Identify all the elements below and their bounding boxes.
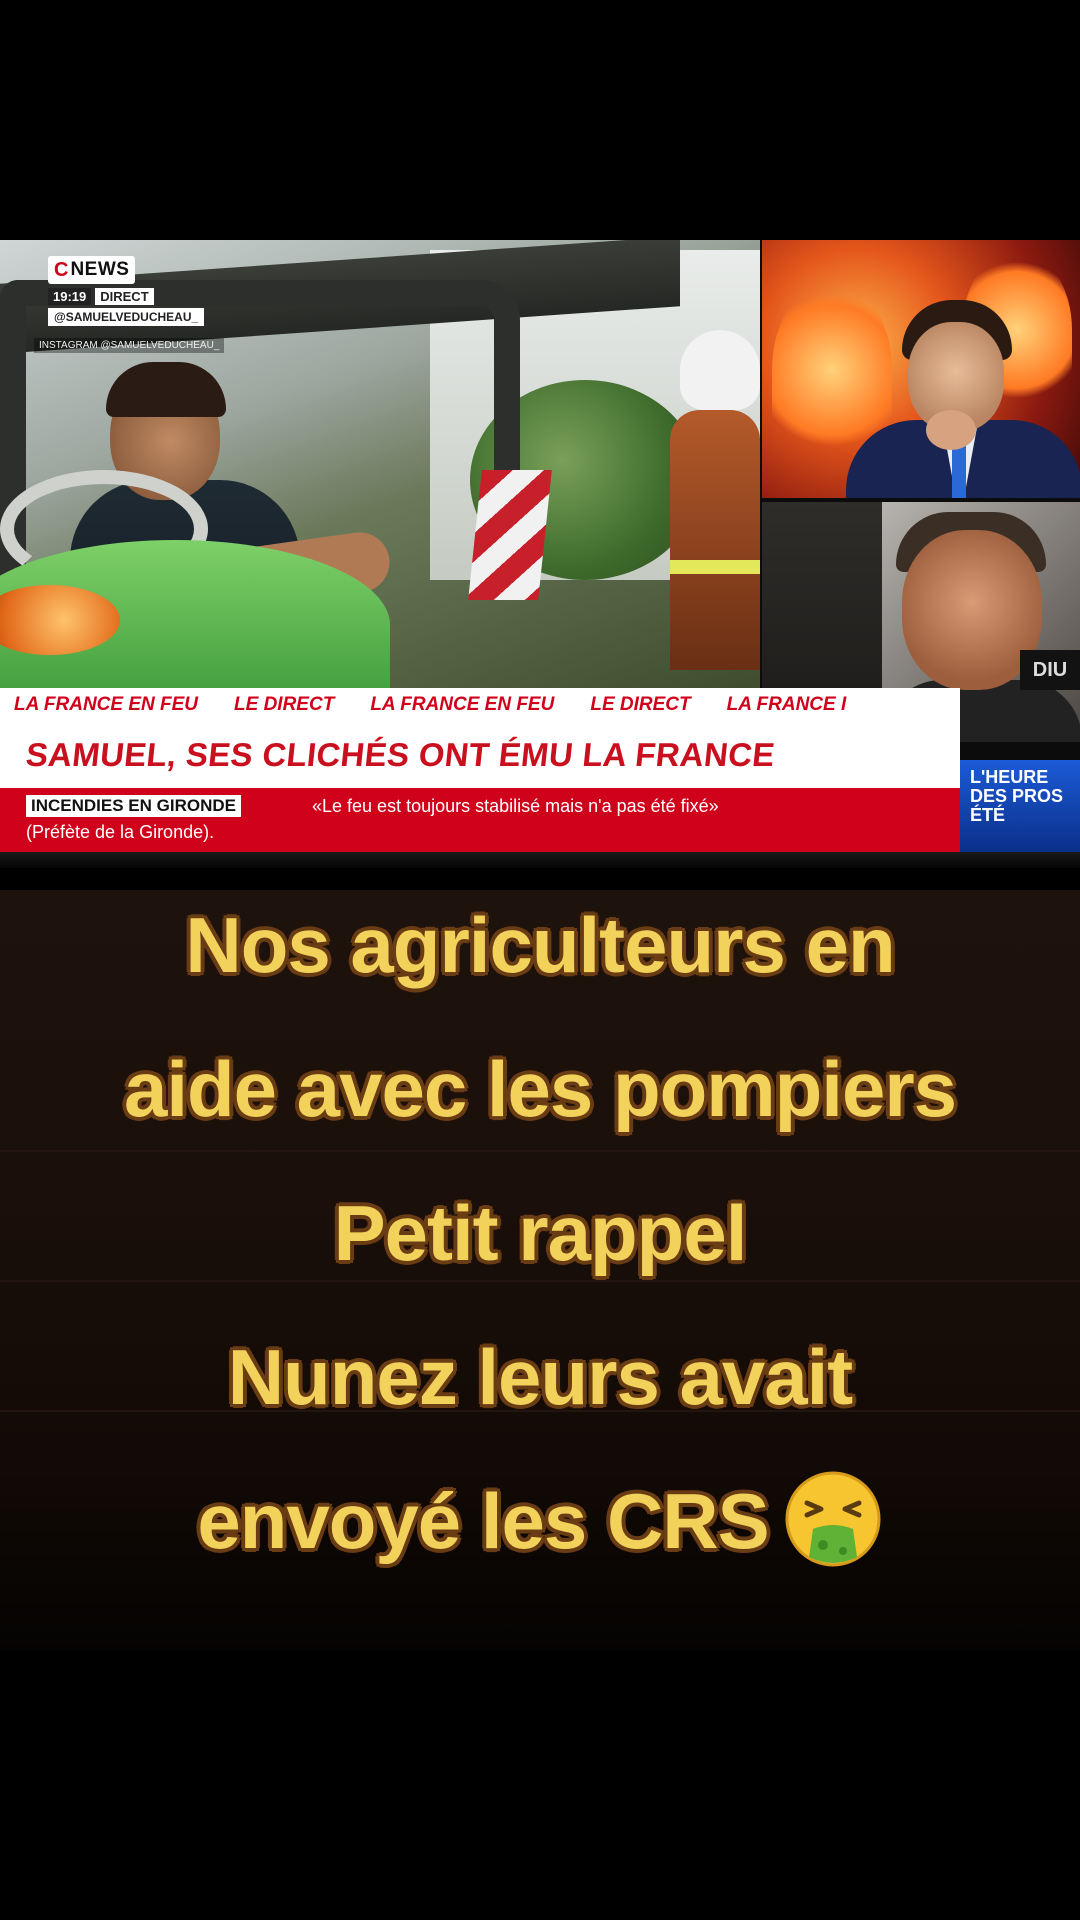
tv-screen-photo: C NEWS 19:19 DIRECT @SAMUELVEDUCHEAU_ IN… xyxy=(0,240,1080,868)
clock: 19:19 xyxy=(48,288,92,305)
ticker-item: LE DIRECT xyxy=(234,694,335,715)
ticker-item: LA FRANCE I xyxy=(726,694,847,715)
caption-line-5: envoyé les CRS xyxy=(0,1471,1080,1577)
sub-tag: INCENDIES EN GIRONDE xyxy=(26,795,241,817)
headline-bar: SAMUEL, SES CLICHÉS ONT ÉMU LA FRANCE xyxy=(0,722,960,788)
caption-line-4: Nunez leurs avait xyxy=(227,1333,854,1421)
news-broadcast: C NEWS 19:19 DIRECT @SAMUELVEDUCHEAU_ IN… xyxy=(0,240,1080,852)
channel-logo: C NEWS xyxy=(48,256,136,284)
presenter-panel xyxy=(762,240,1080,498)
caption-line-3: Petit rappel xyxy=(333,1189,748,1277)
firefighter xyxy=(670,330,760,670)
road-sign xyxy=(468,470,552,600)
show-badge: L'HEURE DES PROS ÉTÉ xyxy=(960,760,1080,852)
time-row: 19:19 DIRECT xyxy=(48,288,154,305)
sub-source: (Préfète de la Gironde). xyxy=(26,822,215,842)
show-badge-line: ÉTÉ xyxy=(970,805,1006,825)
main-video-feed: C NEWS 19:19 DIRECT @SAMUELVEDUCHEAU_ IN… xyxy=(0,240,760,690)
caption-line-5-text: envoyé les CRS xyxy=(197,1477,769,1565)
social-handle: @SAMUELVEDUCHEAU_ xyxy=(48,308,205,326)
live-label: DIRECT xyxy=(95,288,154,305)
caption-line-1: Nos agriculteurs en xyxy=(185,901,895,989)
ticker-bar: LA FRANCE EN FEU LE DIRECT LA FRANCE EN … xyxy=(0,688,960,722)
presenter xyxy=(846,300,1080,498)
caption-line-2: aide avec les pompiers xyxy=(123,1045,957,1133)
ticker-item: LA FRANCE EN FEU xyxy=(14,694,199,715)
channel-logo-c: C xyxy=(54,258,69,281)
show-badge-line: DES PROS xyxy=(970,786,1064,806)
headline: SAMUEL, SES CLICHÉS ONT ÉMU LA FRANCE xyxy=(24,736,777,773)
channel-logo-news: NEWS xyxy=(70,259,130,280)
show-badge-line: L'HEURE xyxy=(970,767,1049,787)
instagram-credit: INSTAGRAM @SAMUELVEDUCHEAU_ xyxy=(34,338,225,353)
vomiting-face-icon xyxy=(785,1471,881,1567)
ticker-item: LA FRANCE EN FEU xyxy=(370,694,555,715)
sub-quote: «Le feu est toujours stabilisé mais n'a … xyxy=(312,796,719,816)
guest-tag: DIU xyxy=(1020,650,1080,690)
sub-bar: INCENDIES EN GIRONDE «Le feu est toujour… xyxy=(0,788,960,852)
ticker-item: LE DIRECT xyxy=(590,694,691,715)
tv-bezel xyxy=(0,852,1080,868)
